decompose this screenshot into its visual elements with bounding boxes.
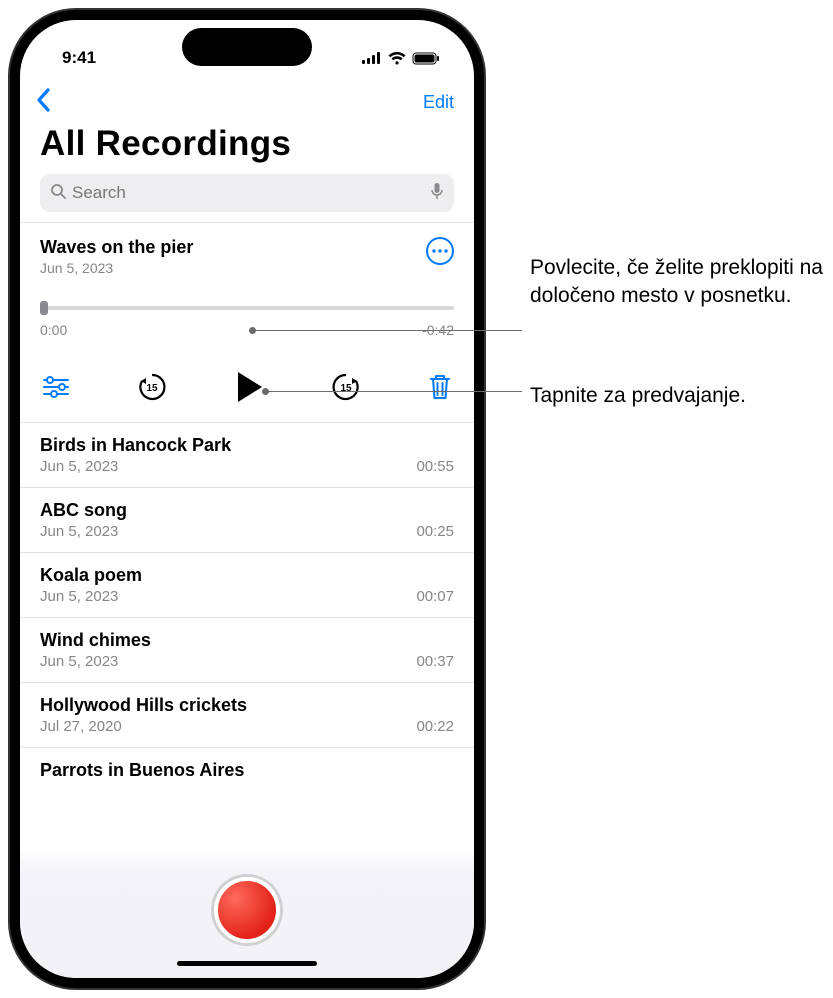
battery-icon (412, 52, 440, 65)
cellular-signal-icon (362, 52, 382, 64)
recording-item-expanded[interactable]: Waves on the pier Jun 5, 2023 0:00 -0:42 (20, 223, 474, 423)
recording-date: Jun 5, 2023 (40, 653, 118, 670)
recording-duration: 00:25 (416, 523, 454, 540)
title-row: All Recordings (20, 122, 474, 174)
recording-duration: 00:22 (416, 718, 454, 735)
dynamic-island (182, 28, 312, 66)
back-button[interactable] (34, 88, 52, 117)
record-button[interactable] (214, 877, 280, 943)
recording-title: Waves on the pier (40, 237, 193, 258)
status-time: 9:41 (62, 48, 96, 68)
home-indicator[interactable] (177, 961, 317, 966)
recording-duration: 00:37 (416, 653, 454, 670)
status-indicators (362, 52, 440, 65)
svg-text:15: 15 (340, 383, 352, 394)
recording-item[interactable]: ABC song Jun 5, 2023 00:25 (20, 488, 474, 553)
page-title: All Recordings (40, 124, 454, 164)
recording-date: Jul 27, 2020 (40, 718, 122, 735)
callout-leader-line (266, 391, 522, 392)
recording-title: Parrots in Buenos Aires (40, 760, 454, 781)
search-field[interactable] (40, 174, 454, 212)
recording-duration: 00:55 (416, 458, 454, 475)
callout-scrubber: Povlecite, če želite preklopiti na določ… (530, 254, 830, 311)
recording-item[interactable]: Koala poem Jun 5, 2023 00:07 (20, 553, 474, 618)
nav-bar: Edit (20, 78, 474, 122)
callout-play: Tapnite za predvajanje. (530, 382, 830, 410)
svg-text:15: 15 (146, 383, 158, 394)
wifi-icon (388, 52, 406, 65)
recording-date: Jun 5, 2023 (40, 458, 118, 475)
playback-settings-button[interactable] (42, 376, 70, 398)
search-input[interactable] (72, 183, 430, 203)
recording-item[interactable]: Birds in Hancock Park Jun 5, 2023 00:55 (20, 423, 474, 488)
recording-title: Hollywood Hills crickets (40, 695, 454, 716)
playback-controls: 15 15 (40, 370, 454, 408)
delete-button[interactable] (428, 373, 452, 401)
scrubber-thumb[interactable] (40, 301, 48, 315)
dictation-icon[interactable] (430, 182, 444, 205)
screen: 9:41 Edit All Recordings (20, 20, 474, 978)
recording-item-partial[interactable]: Parrots in Buenos Aires (20, 748, 474, 781)
playback-scrubber[interactable] (40, 298, 454, 316)
recording-item[interactable]: Wind chimes Jun 5, 2023 00:37 (20, 618, 474, 683)
recording-date: Jun 5, 2023 (40, 523, 118, 540)
recording-title: Wind chimes (40, 630, 454, 651)
recording-title: ABC song (40, 500, 454, 521)
recording-item[interactable]: Hollywood Hills crickets Jul 27, 2020 00:… (20, 683, 474, 748)
current-time-label: 0:00 (40, 322, 67, 338)
callout-leader-line (253, 330, 522, 331)
recording-title: Koala poem (40, 565, 454, 586)
scrubber-track (40, 306, 454, 310)
bottom-toolbar (20, 848, 474, 978)
recording-duration: 00:07 (416, 588, 454, 605)
skip-forward-15-button[interactable]: 15 (330, 371, 362, 403)
play-button[interactable] (234, 370, 264, 404)
search-icon (50, 183, 66, 204)
recording-date: Jun 5, 2023 (40, 260, 193, 276)
skip-back-15-button[interactable]: 15 (136, 371, 168, 403)
recordings-list: Waves on the pier Jun 5, 2023 0:00 -0:42 (20, 222, 474, 781)
edit-button[interactable]: Edit (423, 92, 454, 113)
recording-date: Jun 5, 2023 (40, 588, 118, 605)
phone-frame: 9:41 Edit All Recordings (10, 10, 484, 988)
recording-title: Birds in Hancock Park (40, 435, 454, 456)
more-options-button[interactable] (426, 237, 454, 265)
